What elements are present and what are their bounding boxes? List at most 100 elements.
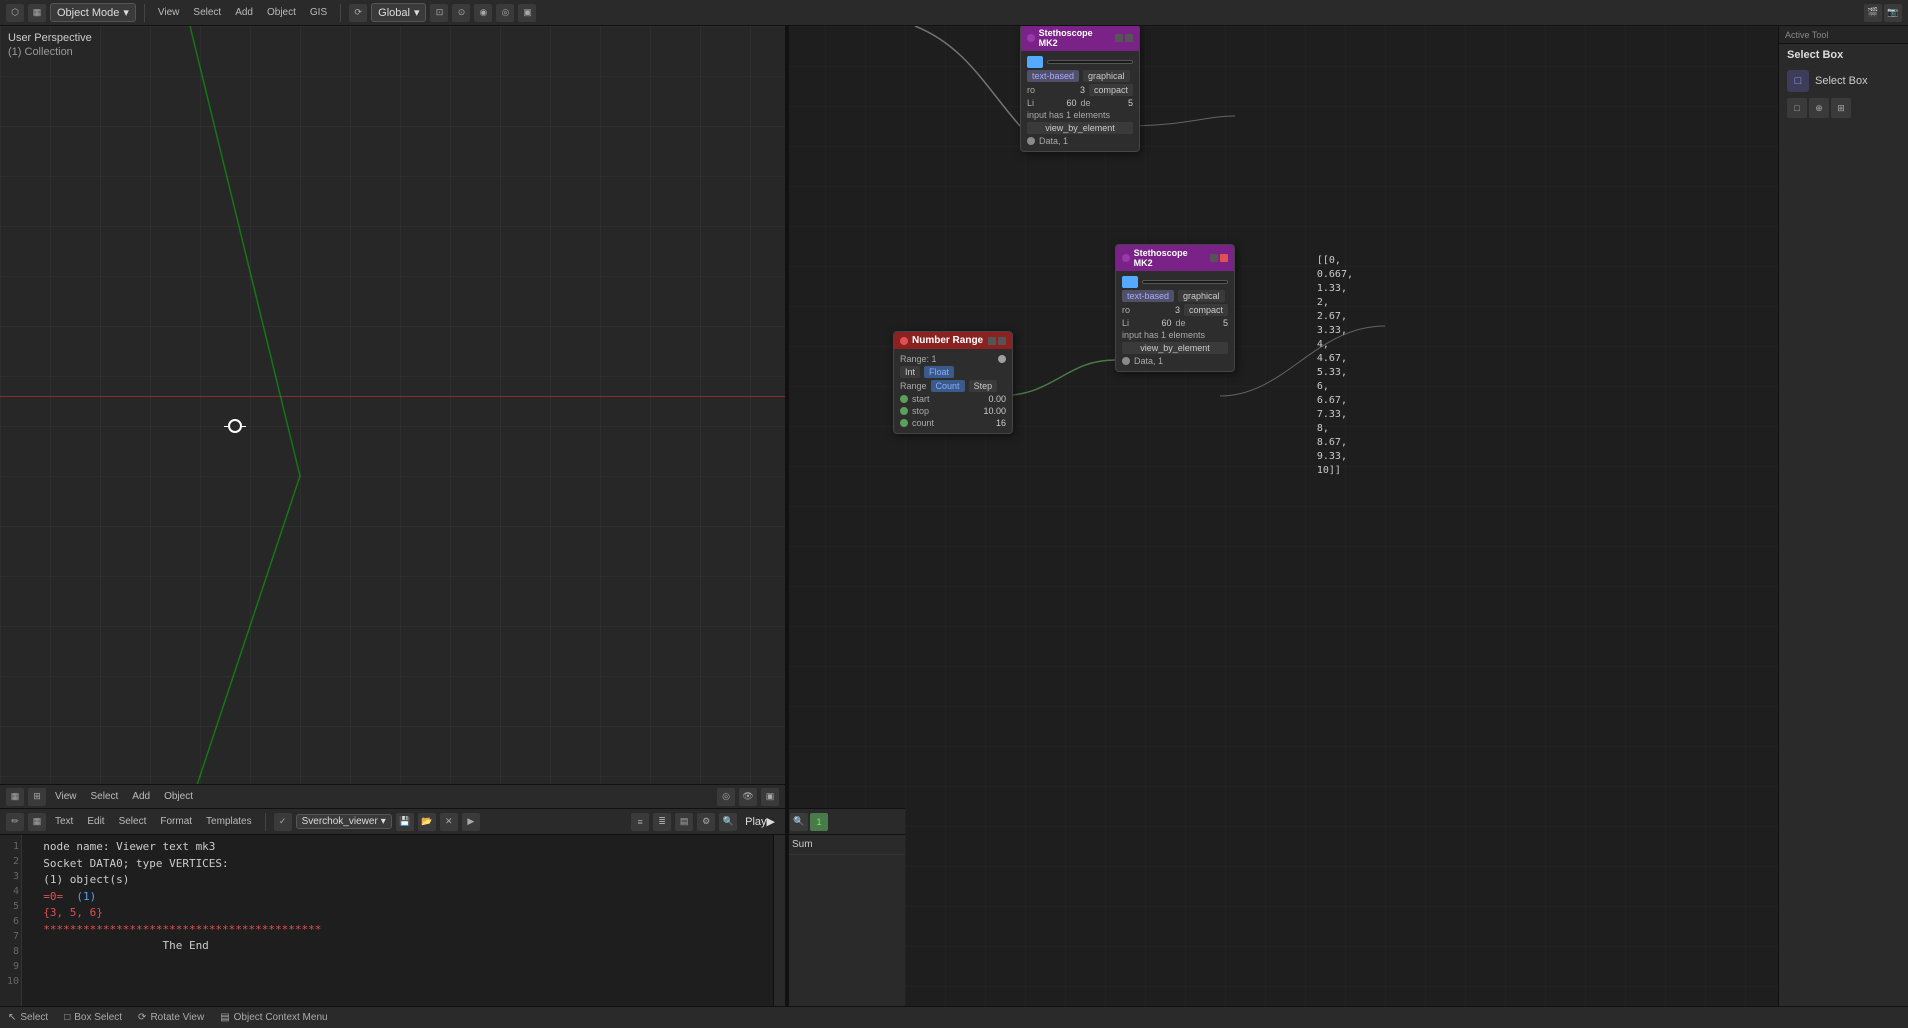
- te-scrollbar[interactable]: [773, 835, 785, 1006]
- te-select-menu[interactable]: Select: [114, 814, 152, 829]
- select-tool[interactable]: ↖ Select: [8, 1012, 48, 1023]
- steth-view-by-element-btn[interactable]: view_by_element: [1122, 342, 1228, 354]
- vp-obj-btn[interactable]: Object: [159, 789, 198, 804]
- te-edit-menu[interactable]: Edit: [82, 814, 109, 829]
- code-line-4: (1) object(s): [30, 872, 765, 889]
- stethoscope-top-node: Stethoscope MK2 text-based graphical ro: [1020, 26, 1140, 152]
- toolbar-right: 🎬 📷: [1858, 4, 1908, 22]
- mode-dropdown[interactable]: Object Mode ▾: [50, 3, 136, 22]
- scene-icon[interactable]: 🎬: [1864, 4, 1882, 22]
- snap-icon[interactable]: ⊡: [430, 4, 448, 22]
- te-type-icon: ▦: [28, 813, 46, 831]
- count-row: count 16: [894, 417, 1012, 429]
- te-format-menu[interactable]: Format: [155, 814, 197, 829]
- steth-color-input[interactable]: [1142, 280, 1228, 284]
- viewport[interactable]: User Perspective (1) Collection: [0, 26, 785, 808]
- steth-graphical-btn[interactable]: graphical: [1178, 290, 1225, 302]
- steth-text-based-btn[interactable]: text-based: [1122, 290, 1174, 302]
- gis-menu[interactable]: GIS: [305, 5, 332, 20]
- vp-view-btn[interactable]: View: [50, 789, 82, 804]
- node-editor[interactable]: Stethoscope MK2 text-based graphical ro: [785, 26, 1908, 1028]
- range-mode-row: Range Count Step: [894, 379, 1012, 393]
- range-label-row: Range: 1: [894, 353, 1012, 365]
- editor-divider[interactable]: [785, 26, 789, 1028]
- vp-overlay-icon[interactable]: ◎: [717, 788, 735, 806]
- steth-collapse[interactable]: [1210, 254, 1218, 262]
- te-right-toolbar: 🔍 1: [786, 809, 905, 835]
- text-editor-toolbar: ✏ ▦ Text Edit Select Format Templates ✓ …: [0, 809, 785, 835]
- te-check-icon[interactable]: ✓: [274, 813, 292, 831]
- chevron-icon: ▾: [123, 6, 129, 19]
- te-text-menu[interactable]: Text: [50, 814, 78, 829]
- render-icon[interactable]: 📷: [1884, 4, 1902, 22]
- atp-icon-2[interactable]: ⊕: [1809, 98, 1829, 118]
- float-btn[interactable]: Float: [924, 366, 954, 378]
- object-menu[interactable]: Object: [262, 5, 301, 20]
- te-play-icon[interactable]: ▶: [462, 813, 480, 831]
- color-input[interactable]: [1047, 60, 1133, 64]
- atp-header-label: Active Tool: [1785, 30, 1828, 40]
- te-templates-menu[interactable]: Templates: [201, 814, 257, 829]
- stethoscope-top-body: text-based graphical ro 3 compact Li 60 …: [1021, 51, 1139, 151]
- vp-xray-icon[interactable]: ▣: [761, 788, 779, 806]
- vp-add-btn[interactable]: Add: [127, 789, 155, 804]
- steth-close[interactable]: [1220, 254, 1228, 262]
- te-filename: Sverchok_viewer: [302, 816, 378, 827]
- te-close-icon[interactable]: ✕: [440, 813, 458, 831]
- pivot-dropdown[interactable]: Global ▾: [371, 3, 426, 22]
- view-by-element-btn-top[interactable]: view_by_element: [1027, 122, 1133, 134]
- atp-icon-3[interactable]: ⊞: [1831, 98, 1851, 118]
- int-btn[interactable]: Int: [900, 366, 920, 378]
- count-btn[interactable]: Count: [931, 380, 965, 392]
- nr-collapse[interactable]: [988, 337, 996, 345]
- stethoscope-mk2-node: Stethoscope MK2 text-based graphical ro: [1115, 244, 1235, 372]
- vp-view-icon2[interactable]: 👁: [739, 788, 757, 806]
- te-save-icon[interactable]: 💾: [396, 813, 414, 831]
- atp-tool-row: □ Select Box: [1779, 66, 1908, 96]
- select-menu[interactable]: Select: [188, 5, 226, 20]
- te-list2-icon[interactable]: ≣: [653, 813, 671, 831]
- data-socket-row-top: Data, 1: [1021, 135, 1139, 147]
- nr-close[interactable]: [998, 337, 1006, 345]
- te-magnify-icon[interactable]: 🔍: [719, 813, 737, 831]
- te-play-btn[interactable]: Play▶: [741, 815, 779, 828]
- te-settings-icon[interactable]: ⚙: [697, 813, 715, 831]
- te-file-dropdown[interactable]: Sverchok_viewer ▾: [296, 814, 392, 829]
- compact-btn-top[interactable]: compact: [1089, 84, 1133, 96]
- tr-search-icon[interactable]: 🔍: [790, 813, 808, 831]
- code-line-5: =0= (1): [30, 889, 765, 906]
- xray-icon[interactable]: ▣: [518, 4, 536, 22]
- code-area[interactable]: node name: Viewer text mk3 Socket DATA0;…: [22, 835, 773, 1006]
- mode-icon: ▦: [28, 4, 46, 22]
- number-range-header: Number Range: [894, 332, 1012, 349]
- text-based-btn[interactable]: text-based: [1027, 70, 1079, 82]
- node-mode-row: text-based graphical: [1021, 69, 1139, 83]
- step-btn[interactable]: Step: [969, 380, 998, 392]
- steth-compact-btn[interactable]: compact: [1184, 304, 1228, 316]
- vp-select-btn[interactable]: Select: [86, 789, 124, 804]
- chevron-icon2: ▾: [414, 6, 420, 19]
- toolbar-left: ⬡ ▦ Object Mode ▾ View Select Add Object…: [0, 3, 1858, 22]
- vis-icon[interactable]: ◉: [474, 4, 492, 22]
- node-collapse[interactable]: [1115, 34, 1123, 42]
- stethoscope-header: Stethoscope MK2: [1116, 245, 1234, 271]
- code-line-10: The End: [30, 938, 765, 955]
- stethoscope-title: Stethoscope MK2: [1134, 248, 1206, 268]
- color-picker[interactable]: [1027, 56, 1043, 68]
- 3d-cursor: [228, 419, 242, 433]
- add-menu[interactable]: Add: [230, 5, 258, 20]
- overlay-icon[interactable]: ◎: [496, 4, 514, 22]
- graphical-btn[interactable]: graphical: [1083, 70, 1130, 82]
- atp-icon-1[interactable]: □: [1787, 98, 1807, 118]
- view-menu[interactable]: View: [153, 5, 185, 20]
- text-editor-body: 1 2 3 4 5 6 7 8 9 10 node name: Viewer t…: [0, 835, 785, 1006]
- te-open-icon[interactable]: 📂: [418, 813, 436, 831]
- steth-data-socket: [1122, 357, 1130, 365]
- node-close[interactable]: [1125, 34, 1133, 42]
- proportional-icon[interactable]: ⊙: [452, 4, 470, 22]
- te-list-icon[interactable]: ≡: [631, 813, 649, 831]
- steth-color-picker[interactable]: [1122, 276, 1138, 288]
- box-select-tool[interactable]: □ Box Select: [64, 1012, 122, 1023]
- ro-row: ro 3 compact: [1021, 83, 1139, 97]
- te-list3-icon[interactable]: ▤: [675, 813, 693, 831]
